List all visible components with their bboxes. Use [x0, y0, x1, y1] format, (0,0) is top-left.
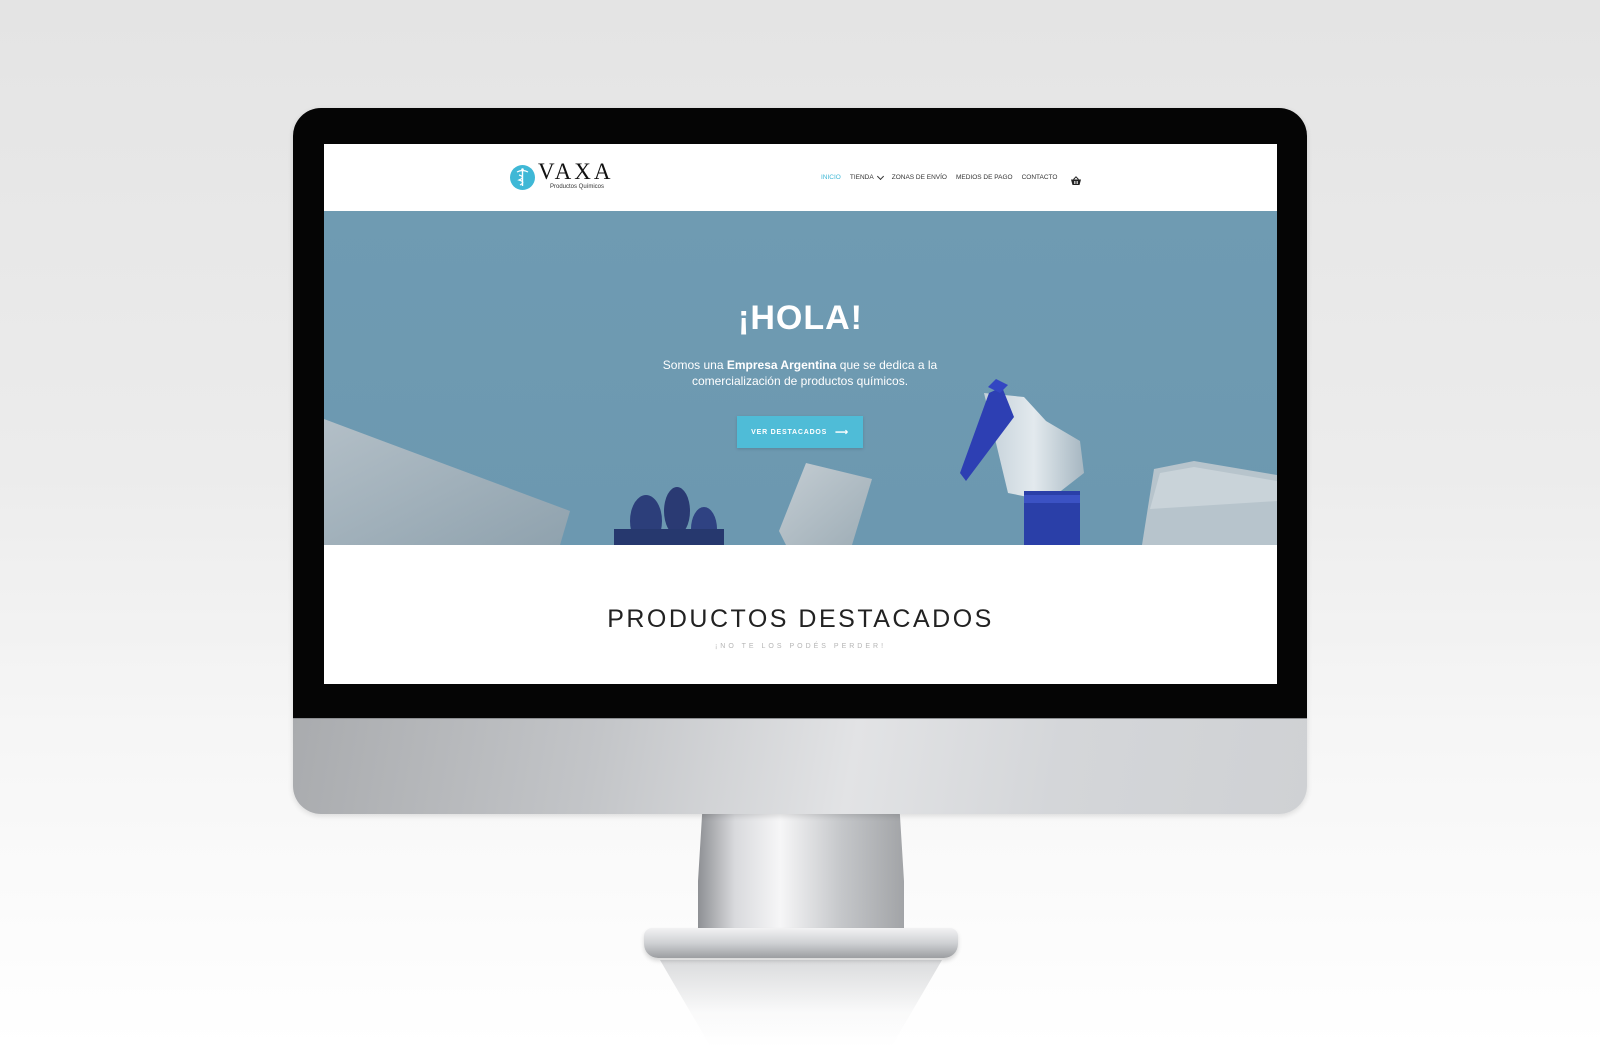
- chevron-down-icon: [876, 172, 884, 181]
- website-screen: VAXA Productos Químicos INICIO TIENDA ZO…: [324, 144, 1277, 684]
- hero-text-before: Somos una: [662, 358, 727, 372]
- main-nav: INICIO TIENDA ZONAS DE ENVÍO MEDIOS DE P…: [821, 172, 1066, 184]
- stand-reflection: [660, 960, 942, 1047]
- featured-products-section: PRODUCTOS DESTACADOS ¡NO TE LOS PODÉS PE…: [324, 545, 1277, 684]
- nav-item-contacto[interactable]: CONTACTO: [1022, 172, 1058, 184]
- ver-destacados-label: VER DESTACADOS: [751, 428, 828, 436]
- hero-title: ¡HOLA!: [738, 299, 863, 337]
- nav-item-tienda-label: TIENDA: [849, 174, 874, 181]
- arrow-right-icon: ⟶: [835, 426, 849, 437]
- nav-item-tienda[interactable]: TIENDA: [849, 172, 884, 184]
- brand-name: VAXA: [538, 159, 614, 184]
- hero-description: Somos una Empresa Argentina que se dedic…: [650, 357, 950, 389]
- featured-title: PRODUCTOS DESTACADOS: [607, 605, 994, 633]
- hero-banner: ¡HOLA! Somos una Empresa Argentina que s…: [324, 211, 1277, 545]
- monitor-chin: [293, 718, 1307, 814]
- monitor-stand-base: [644, 928, 958, 958]
- hero-text-bold: Empresa Argentina: [726, 358, 837, 372]
- monitor-stand-neck: [698, 814, 904, 936]
- nav-item-medios-de-pago[interactable]: MEDIOS DE PAGO: [956, 172, 1013, 184]
- nav-item-zonas-de-envio[interactable]: ZONAS DE ENVÍO: [892, 172, 947, 184]
- brand-logo[interactable]: VAXA Productos Químicos: [510, 159, 620, 194]
- site-header: VAXA Productos Químicos INICIO TIENDA ZO…: [324, 144, 1277, 211]
- nav-item-inicio[interactable]: INICIO: [821, 172, 841, 184]
- caduceus-icon: [510, 165, 535, 190]
- brand-tagline: Productos Químicos: [550, 184, 605, 190]
- featured-subtitle: ¡NO TE LOS PODÉS PERDER!: [714, 643, 887, 650]
- ver-destacados-button[interactable]: VER DESTACADOS ⟶: [737, 416, 863, 448]
- cart-basket-icon[interactable]: [1070, 173, 1082, 185]
